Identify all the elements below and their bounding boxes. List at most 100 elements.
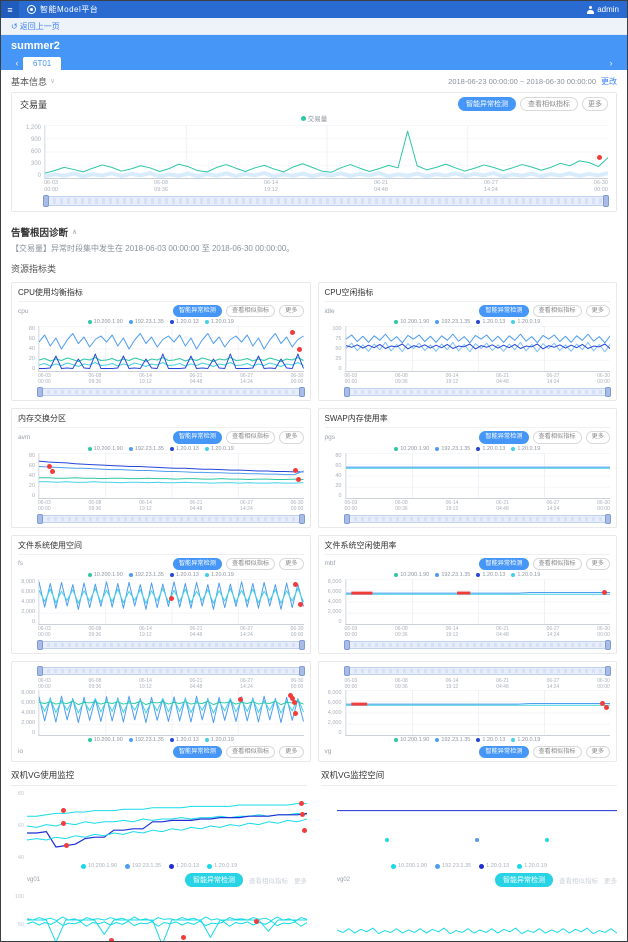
- chart-navigator[interactable]: [345, 667, 611, 675]
- legend-item[interactable]: 1.20.0.13: [170, 446, 199, 452]
- legend-item[interactable]: 1.20.0.19: [511, 319, 540, 325]
- legend-item[interactable]: 10.200.1.90: [394, 737, 429, 743]
- line-chart[interactable]: [38, 690, 304, 736]
- legend-item[interactable]: 192.23.1.35: [125, 863, 161, 869]
- chart-navigator[interactable]: [345, 388, 611, 396]
- legend-item[interactable]: 10.200.1.90: [88, 572, 123, 578]
- legend-item[interactable]: 10.200.1.90: [88, 319, 123, 325]
- navigator-handle-right[interactable]: [299, 640, 305, 650]
- legend-item[interactable]: 1.20.0.13: [476, 319, 505, 325]
- anomaly-dot[interactable]: [299, 801, 304, 806]
- navigator-handle-right[interactable]: [299, 514, 305, 524]
- line-chart[interactable]: [27, 894, 307, 942]
- more-button[interactable]: 更多: [279, 305, 303, 317]
- line-chart[interactable]: [27, 791, 307, 861]
- anomaly-detect-button[interactable]: 智能异常检测: [479, 558, 528, 570]
- anomaly-dot[interactable]: [254, 919, 259, 924]
- chart-navigator[interactable]: [38, 667, 304, 675]
- legend-item[interactable]: 1.20.0.13: [169, 863, 199, 869]
- more-button[interactable]: 更多: [294, 875, 307, 885]
- anomaly-dot[interactable]: [293, 711, 298, 716]
- change-date-link[interactable]: 更改: [601, 76, 617, 87]
- legend-item[interactable]: 1.20.0.19: [205, 572, 234, 578]
- legend-item[interactable]: 1.20.0.13: [170, 572, 199, 578]
- navigator-handle-right[interactable]: [605, 666, 611, 676]
- similar-metric-button[interactable]: 查看相似指标: [533, 558, 582, 570]
- line-chart[interactable]: [337, 894, 617, 942]
- navigator-handle-left[interactable]: [43, 195, 49, 207]
- similar-metric-button[interactable]: 查看相似指标: [226, 746, 275, 758]
- line-chart[interactable]: [345, 453, 611, 499]
- legend-item[interactable]: 192.23.1.35: [129, 572, 164, 578]
- navigator-handle-left[interactable]: [37, 514, 43, 524]
- legend-item[interactable]: 192.23.1.35: [435, 319, 470, 325]
- more-button[interactable]: 更多: [279, 746, 303, 758]
- legend-item[interactable]: 10.200.1.90: [88, 737, 123, 743]
- navigator-handle-right[interactable]: [603, 195, 609, 207]
- line-chart[interactable]: [345, 690, 611, 736]
- anomaly-detect-button[interactable]: 智能异常检测: [479, 746, 528, 758]
- tab-scroll-left-icon[interactable]: ‹: [11, 58, 23, 70]
- line-chart[interactable]: [337, 791, 617, 861]
- navigator-handle-right[interactable]: [299, 387, 305, 397]
- anomaly-detect-button[interactable]: 智能异常检测: [458, 97, 516, 111]
- legend-item[interactable]: 192.23.1.35: [435, 737, 470, 743]
- legend-item[interactable]: 1.20.0.19: [511, 737, 540, 743]
- info-toggle[interactable]: 基本信息 ∨: [11, 75, 55, 88]
- legend-item[interactable]: 1.20.0.13: [476, 572, 505, 578]
- tab-6t01[interactable]: 6T01: [23, 57, 61, 70]
- chart-navigator[interactable]: [44, 196, 608, 206]
- legend-item[interactable]: 1.20.0.19: [511, 572, 540, 578]
- navigator-handle-left[interactable]: [344, 666, 350, 676]
- anomaly-dot[interactable]: [47, 464, 52, 469]
- anomaly-detect-button[interactable]: 智能异常检测: [479, 431, 528, 443]
- anomaly-dot[interactable]: [109, 938, 114, 942]
- hamburger-icon[interactable]: ≡: [1, 1, 19, 18]
- legend-item[interactable]: 10.200.1.90: [394, 446, 429, 452]
- navigator-handle-left[interactable]: [344, 387, 350, 397]
- anomaly-detect-button[interactable]: 智能异常检测: [173, 558, 222, 570]
- legend-item[interactable]: 1.20.0.13: [479, 863, 509, 869]
- similar-metric-button[interactable]: 查看相似指标: [533, 305, 582, 317]
- more-button[interactable]: 更多: [586, 558, 610, 570]
- anomaly-detect-button[interactable]: 智能异常检测: [173, 305, 222, 317]
- anomaly-dot[interactable]: [302, 828, 307, 833]
- anomaly-dot[interactable]: [298, 602, 303, 607]
- legend-item[interactable]: 1.20.0.19: [511, 446, 540, 452]
- legend-item[interactable]: 192.23.1.35: [435, 863, 471, 869]
- legend-item[interactable]: 1.20.0.13: [476, 737, 505, 743]
- collapse-icon[interactable]: ∧: [72, 228, 77, 236]
- anomaly-dot[interactable]: [292, 700, 297, 705]
- chart-navigator[interactable]: [345, 641, 611, 649]
- more-button[interactable]: 更多: [604, 875, 617, 885]
- legend-item[interactable]: 1.20.0.13: [170, 737, 199, 743]
- similar-metric-button[interactable]: 查看相似指标: [533, 431, 582, 443]
- legend-item[interactable]: 1.20.0.19: [205, 446, 234, 452]
- anomaly-dot[interactable]: [293, 582, 298, 587]
- similar-metric-button[interactable]: 查看相似指标: [533, 746, 582, 758]
- legend-item[interactable]: 10.200.1.90: [81, 863, 117, 869]
- legend-item[interactable]: 10.200.1.90: [394, 319, 429, 325]
- anomaly-detect-button[interactable]: 智能异常检测: [173, 431, 222, 443]
- chart-navigator[interactable]: [345, 515, 611, 523]
- more-button[interactable]: 更多: [279, 558, 303, 570]
- navigator-handle-left[interactable]: [37, 640, 43, 650]
- similar-metric-button[interactable]: 查看相似指标: [249, 875, 288, 885]
- anomaly-dot[interactable]: [604, 705, 609, 710]
- navigator-handle-right[interactable]: [605, 640, 611, 650]
- anomaly-detect-button[interactable]: 智能异常检测: [479, 305, 528, 317]
- legend-item[interactable]: 1.20.0.19: [207, 863, 237, 869]
- legend-item[interactable]: 1.20.0.19: [205, 737, 234, 743]
- navigator-handle-left[interactable]: [344, 640, 350, 650]
- line-chart[interactable]: [345, 579, 611, 625]
- anomaly-dot[interactable]: [169, 596, 174, 601]
- anomaly-dot[interactable]: [297, 347, 302, 352]
- tab-scroll-right-icon[interactable]: ›: [605, 58, 617, 70]
- anomaly-dot[interactable]: [602, 590, 607, 595]
- line-chart[interactable]: [38, 326, 304, 372]
- legend-item[interactable]: 交易量: [301, 113, 328, 123]
- similar-metric-button[interactable]: 查看相似指标: [520, 97, 578, 111]
- anomaly-detect-button[interactable]: 智能异常检测: [173, 746, 222, 758]
- legend-item[interactable]: 1.20.0.13: [476, 446, 505, 452]
- legend-item[interactable]: 192.23.1.35: [129, 319, 164, 325]
